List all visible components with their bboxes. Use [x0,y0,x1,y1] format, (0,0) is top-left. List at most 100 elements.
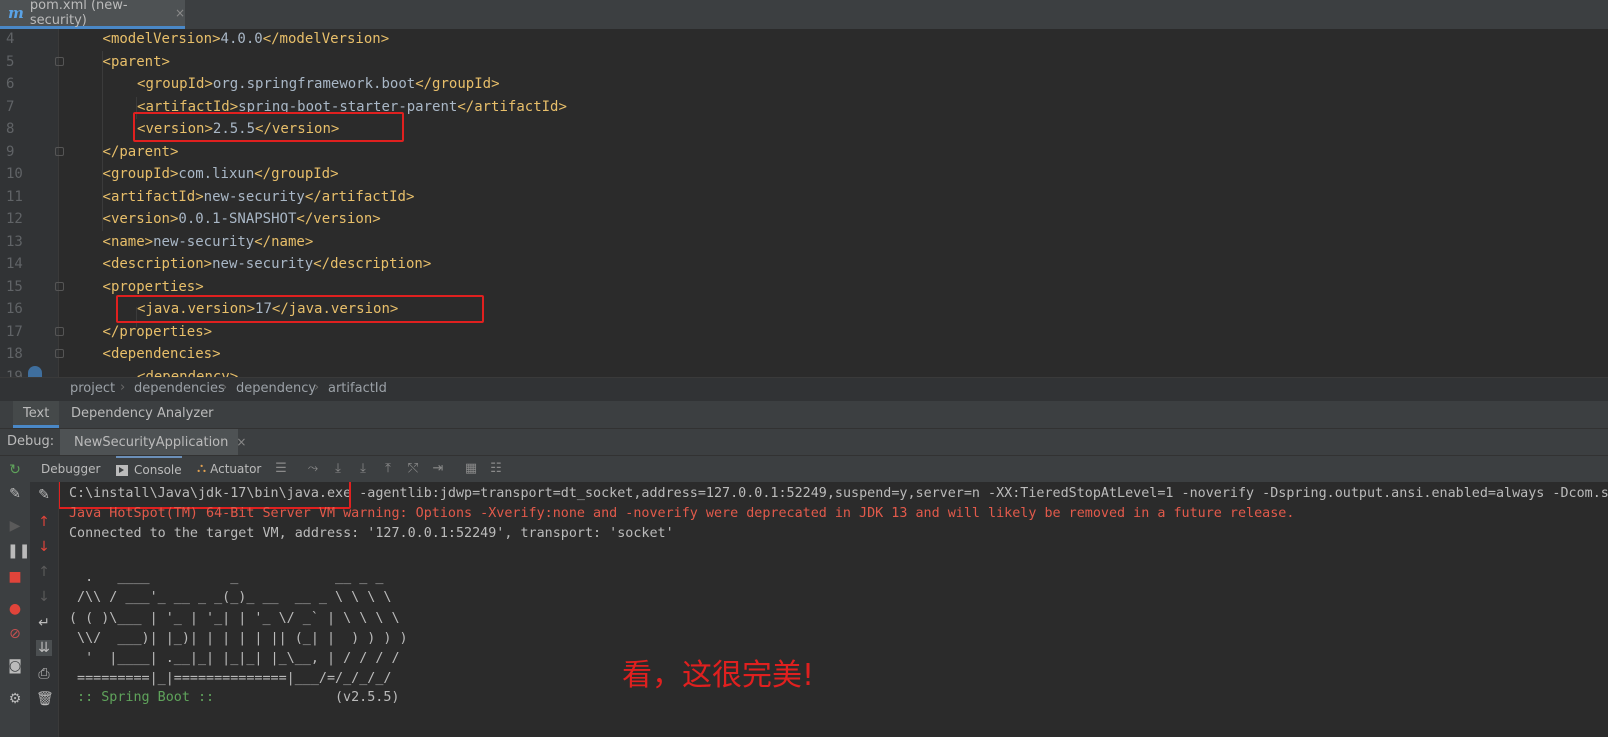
rerun-icon[interactable]: ↻ [7,462,23,478]
code-text: <dependencies> [103,343,221,366]
debug-tool-window-header: Debug: NewSecurityApplication × [0,429,1608,456]
pause-icon[interactable]: ❚❚ [7,543,30,559]
code-token: version [313,211,373,227]
code-text: </properties> [103,321,213,344]
actuator-tab-label: Actuator [210,462,262,476]
show-execution-point-icon[interactable]: ⤳ [306,462,320,476]
code-token: > [161,53,170,70]
resume-icon[interactable]: ▶ [7,518,23,534]
breadcrumb-separator: › [314,380,320,395]
code-token: artifactId [110,188,196,205]
line-number: 17 [6,323,23,340]
fold-marker-icon[interactable] [55,349,64,358]
code-token: </ [254,166,272,182]
debug-session-tab[interactable]: NewSecurityApplication × [60,429,246,455]
trace-icon[interactable]: ☷ [489,462,503,476]
soft-wrap-icon[interactable]: ↵ [36,615,52,631]
drop-frame-icon[interactable]: ⤲ [406,462,420,476]
step-out-icon[interactable]: ⤒ [381,462,395,476]
editor-view-tabs: Text Dependency Analyzer [0,401,1608,429]
tab-actuator[interactable]: ⛬ Actuator [197,456,261,482]
code-text: <artifactId>new-security</artifactId> [103,186,415,209]
line-number: 6 [6,76,15,92]
code-token: > [229,368,239,378]
settings-icon[interactable]: ⚙ [7,691,23,707]
edit-icon[interactable]: ✎ [36,487,52,503]
jvm-warning: Java HotSpot(TM) 64-Bit Server VM warnin… [69,506,1295,521]
intention-bulb-icon[interactable] [28,366,42,377]
step-into-icon[interactable]: ⤓ [356,462,370,476]
up-arrow-icon[interactable]: ↑ [36,514,52,530]
scroll-to-end-icon[interactable]: ⇊ [36,640,52,656]
code-token: com.lixun [178,166,255,182]
code-token: groupId [432,76,492,92]
line-number: 18 [6,346,23,362]
evaluate-icon[interactable]: ▦ [464,462,478,476]
line-number: 9 [6,143,15,160]
breadcrumb-dependency[interactable]: dependency [236,381,316,396]
vm-connected-message: Connected to the target VM, address: '12… [69,526,674,541]
close-session-icon[interactable]: × [236,435,246,449]
debug-session-label: NewSecurityApplication [74,434,229,450]
code-token: properties [119,323,204,340]
trash-icon[interactable]: 🗑 [36,691,54,707]
breadcrumb-project[interactable]: project [70,381,115,396]
tab-console[interactable]: Console [116,456,182,482]
code-editor[interactable]: 4 <modelVersion>4.0.0</modelVersion> 5 <par… [0,29,1608,377]
camera-icon[interactable]: ◙ [7,658,23,674]
code-text: <name>new-security</name> [103,231,314,254]
tab-text[interactable]: Text [13,401,60,428]
code-token: > [203,256,213,272]
line-number: 12 [6,211,23,227]
fold-marker-icon[interactable] [55,281,64,291]
print-icon[interactable]: ⎙ [36,666,52,682]
line-number: 7 [6,98,15,115]
code-token: </ [102,143,120,160]
code-token: parent [110,53,162,70]
code-token: < [102,233,111,250]
code-token: new-security [212,256,314,272]
code-token: </ [415,76,433,92]
menu-icon[interactable]: ☰ [274,462,288,476]
editor-tab-pom[interactable]: m pom.xml (new-security) × [0,0,185,29]
banner-line: ' |____| .__|_| |_|_| |_\__, | / / / / [69,651,400,667]
code-token: > [203,323,213,340]
code-token: < [102,188,111,205]
console-output[interactable]: C:\install\Java\jdk-17\bin\java.exe -age… [59,482,1608,737]
code-token: </ [102,323,120,340]
step-over-icon[interactable]: ⤓ [331,462,345,476]
code-token: </ [313,256,331,272]
line-number: 15 [6,278,23,295]
code-line: 14 <description>new-security</description… [0,253,1608,276]
fold-marker-icon[interactable] [55,56,64,66]
run-to-cursor-icon[interactable]: ⇥ [431,462,445,476]
code-token: </ [296,211,314,227]
code-line: 18 <dependencies> [0,343,1608,366]
code-text: <groupId>com.lixun</groupId> [103,163,339,186]
code-text: <dependency> [137,366,238,378]
line-number: 13 [6,233,23,250]
down-arrow-gray-icon[interactable]: ↓ [36,589,52,605]
wrench-icon[interactable]: ✎ [7,486,23,502]
fold-marker-icon[interactable] [55,326,64,336]
code-token: 0.0.1-SNAPSHOT [178,211,297,227]
debugger-toolbar: Debugger Console ⛬ Actuator ☰ ⤳ ⤓ ⤓ ⤒ ⤲ … [30,456,1608,483]
code-token: </ [254,233,272,250]
code-line: 13 <name>new-security</name> [0,231,1608,254]
breadcrumb-dependencies[interactable]: dependencies [134,381,225,396]
stop-icon[interactable]: ■ [7,569,23,585]
up-arrow-gray-icon[interactable]: ↑ [36,564,52,580]
breadcrumb-artifactid[interactable]: artifactId [328,381,387,396]
tab-dependency-analyzer[interactable]: Dependency Analyzer [61,401,224,428]
close-tab-icon[interactable]: × [175,6,185,20]
code-token: > [169,143,179,160]
down-arrow-icon[interactable]: ↓ [36,539,52,555]
mute-breakpoints-icon[interactable]: ⊘ [7,626,23,642]
tab-debugger[interactable]: Debugger [41,456,100,482]
fold-marker-icon[interactable] [55,146,64,156]
code-token: </ [262,31,280,47]
code-line: 17 </properties> [0,321,1608,344]
banner-line: . ____ _ __ _ _ [69,570,384,585]
line-number: 5 [6,53,15,70]
view-breakpoints-icon[interactable]: ● [7,601,23,617]
